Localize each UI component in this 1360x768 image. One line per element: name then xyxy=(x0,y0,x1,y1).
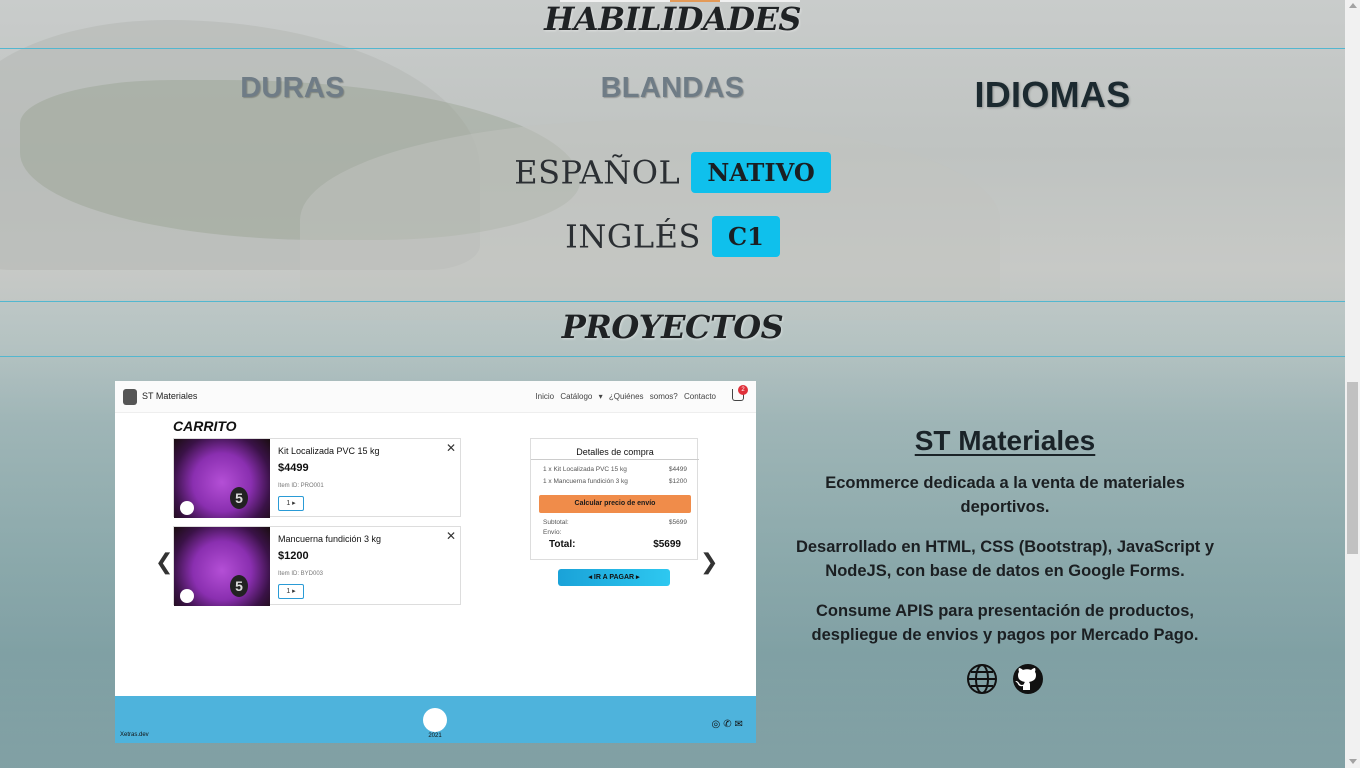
summary-line: 1 x Kit Localizada PVC 15 kg $4499 xyxy=(543,466,687,473)
project-description: Desarrollado en HTML, CSS (Bootstrap), J… xyxy=(795,538,1215,580)
purchase-summary: Detalles de compra 1 x Kit Localizada PV… xyxy=(530,438,699,560)
globe-icon[interactable] xyxy=(966,663,998,695)
shipping-line: Envío: xyxy=(543,529,562,536)
close-icon: ✕ xyxy=(445,441,456,455)
carousel-next-icon[interactable]: ❯ xyxy=(700,551,718,575)
calculate-shipping-button: Calcular precio de envío xyxy=(539,495,691,513)
language-row-english: INGLÉS C1 xyxy=(0,216,1345,257)
cart-count-badge: 2 xyxy=(738,385,748,395)
cart-title: CARRITO xyxy=(173,418,237,434)
screenshot-footer: 2021 Xetras.dev ◎✆✉ xyxy=(115,696,756,743)
project-description: Consume APIS para presentación de produc… xyxy=(811,602,1199,644)
tab-duras[interactable]: DURAS xyxy=(180,72,405,105)
carousel-prev-icon[interactable]: ❮ xyxy=(155,551,173,575)
footer-year: 2021 xyxy=(428,733,442,739)
footer-logo-icon xyxy=(423,708,447,732)
project-title[interactable]: ST Materiales xyxy=(780,425,1230,457)
kettlebell-image: 5 xyxy=(174,527,270,606)
summary-line: 1 x Mancuerna fundición 3 kg $1200 xyxy=(543,478,687,485)
language-level-badge: NATIVO xyxy=(691,152,831,193)
item-name: Mancuerna fundición 3 kg xyxy=(278,534,382,544)
footer-credit: Xetras.dev xyxy=(120,732,149,738)
total-line: Total: $5699 xyxy=(549,539,681,550)
screenshot-nav-links: Inicio Catálogo ▾ ¿Quiénes somos? Contac… xyxy=(535,392,716,401)
pay-button: ◂ IR A PAGAR ▸ xyxy=(558,569,670,586)
social-icons: ◎✆✉ xyxy=(711,719,746,730)
cart-item: 5 Kit Localizada PVC 15 kg $4499 Item ID… xyxy=(173,438,461,518)
language-row-spanish: ESPAÑOL NATIVO xyxy=(0,152,1345,193)
language-name: INGLÉS xyxy=(565,217,701,256)
scroll-down-icon[interactable] xyxy=(1349,759,1357,764)
kettlebell-image: 5 xyxy=(174,439,270,518)
projects-divider-top xyxy=(0,301,1345,302)
item-name: Kit Localizada PVC 15 kg xyxy=(278,446,380,456)
project-description: Ecommerce dedicada a la venta de materia… xyxy=(825,474,1185,516)
screenshot-brand: ST Materiales xyxy=(142,391,198,401)
summary-title: Detalles de compra xyxy=(531,447,699,460)
scrollbar[interactable] xyxy=(1345,0,1360,768)
item-qty: 1 ▸ xyxy=(278,584,304,599)
github-icon[interactable] xyxy=(1012,663,1044,695)
skills-divider-top xyxy=(0,48,1345,49)
scroll-up-icon[interactable] xyxy=(1349,3,1357,8)
item-id: Item ID: BYD003 xyxy=(278,571,324,577)
language-name: ESPAÑOL xyxy=(514,153,681,192)
cart-item: 5 Mancuerna fundición 3 kg $1200 Item ID… xyxy=(173,526,461,606)
tab-blandas[interactable]: BLANDAS xyxy=(560,72,785,105)
item-id: Item ID: PRO001 xyxy=(278,483,324,489)
item-qty: 1 ▸ xyxy=(278,496,304,511)
item-price: $1200 xyxy=(278,550,309,562)
item-price: $4499 xyxy=(278,462,309,474)
projects-section-title: PROYECTOS xyxy=(561,308,784,346)
project-info: ST Materiales Ecommerce dedicada a la ve… xyxy=(780,425,1230,695)
subtotal-line: Subtotal: $5699 xyxy=(543,519,687,526)
close-icon: ✕ xyxy=(445,529,456,543)
tab-idiomas[interactable]: IDIOMAS xyxy=(925,74,1180,116)
project-carousel[interactable]: ST Materiales Inicio Catálogo ▾ ¿Quiénes… xyxy=(115,381,756,743)
language-level-badge: C1 xyxy=(712,216,780,257)
scroll-thumb[interactable] xyxy=(1347,382,1358,554)
screenshot-navbar: ST Materiales Inicio Catálogo ▾ ¿Quiénes… xyxy=(115,381,756,413)
project-links xyxy=(780,663,1230,695)
brand-logo-icon xyxy=(123,389,137,405)
skills-section-title: HABILIDADES xyxy=(544,0,801,38)
projects-divider-bottom xyxy=(0,356,1345,357)
